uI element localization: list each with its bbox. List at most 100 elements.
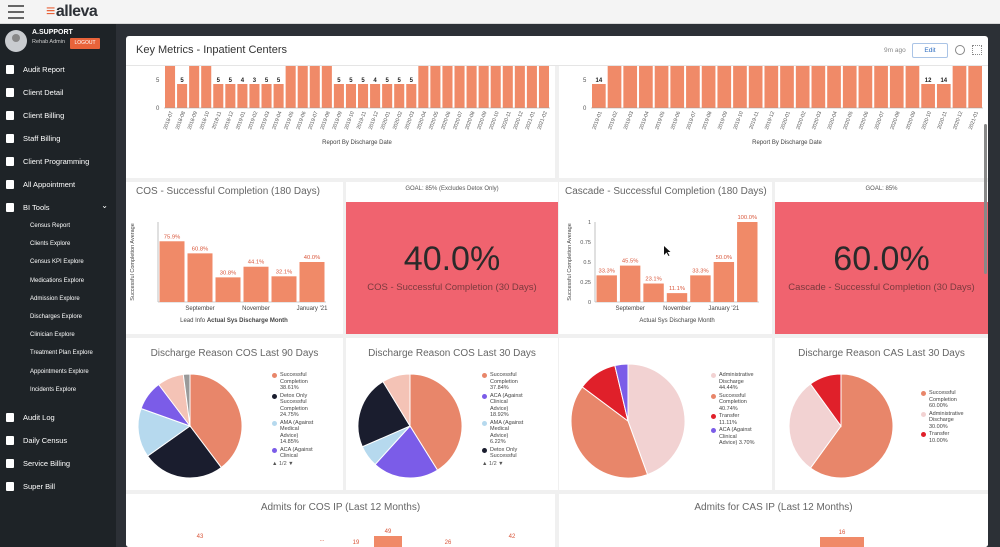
nav-daily-census[interactable]: Daily Census <box>0 429 116 451</box>
cos30-kpi: 40.0% COS - Successful Completion (30 Da… <box>346 202 558 334</box>
legend-item[interactable]: Successful Completion 60.00% <box>921 390 985 410</box>
avatar[interactable] <box>5 30 27 52</box>
x-tick-label: 2020-07 <box>874 111 886 131</box>
bar <box>666 293 688 302</box>
x-tick-label: 2020-10 <box>488 111 500 131</box>
bi-sub-item[interactable]: Clients Explore <box>30 241 70 247</box>
admits-cas-chart: 16 <box>820 530 864 547</box>
x-tick-label: 2019-01 <box>235 111 247 131</box>
bi-sub-item[interactable]: Discharges Explore <box>30 314 82 320</box>
bar-data-label: 60.8% <box>192 246 208 252</box>
legend-item[interactable]: Successful Completion 38.61% <box>272 372 342 392</box>
client-detail-icon <box>6 87 14 97</box>
x-tick-label: 2019-11 <box>356 111 368 131</box>
discharge-right-tile: 5 0 14 2019-01 2019-02 2019-03 2019-04 2019-05 2… <box>559 66 988 178</box>
nav-client-billing[interactable]: Client Billing <box>0 104 116 126</box>
x-tick-label: 2018-12 <box>223 111 235 131</box>
y-tick-label: 5 <box>156 78 160 84</box>
x-tick-label: September <box>615 306 644 312</box>
legend-item[interactable]: Successful Completion 40.74% <box>711 393 773 413</box>
nav-staff-billing[interactable]: Staff Billing <box>0 127 116 149</box>
x-tick-label: 2019-04 <box>271 111 283 131</box>
cos180-tile: COS - Successful Completion (180 Days) 7… <box>126 182 343 334</box>
admits-cas-tile: Admits for CAS IP (Last 12 Months) 16 <box>559 494 988 547</box>
legend-item[interactable]: Detox Only Successful Completion 24.75% <box>272 393 342 419</box>
legend-item[interactable]: AMA (Against Medical Advice) 6.22% <box>482 420 556 446</box>
dr-cos90-legend: Successful Completion 38.61% Detox Only Suc… <box>272 372 342 467</box>
bar <box>619 265 641 302</box>
nav-super-bill[interactable]: Super Bill <box>0 475 116 497</box>
nav-bi-tools[interactable]: BI Tools ⌄ <box>0 196 116 218</box>
sidebar: A.SUPPORT Rehab Admin LOGOUT Audit Repor… <box>0 24 116 547</box>
legend-item[interactable]: ACA (Against Clinical <box>272 447 342 460</box>
chevron-down-icon[interactable]: ⌄ <box>101 201 108 210</box>
hamburger-menu-icon[interactable] <box>8 5 24 19</box>
legend-item[interactable]: Administrative Discharge 30.00% <box>921 411 985 431</box>
bi-sub-item[interactable]: Medications Explore <box>30 278 84 284</box>
bar <box>733 66 747 108</box>
bar <box>333 84 344 108</box>
gear-icon[interactable] <box>955 45 965 55</box>
bar <box>623 66 638 108</box>
bar <box>478 66 489 108</box>
key-metrics-panel: Key Metrics - Inpatient Centers 9m ago E… <box>126 36 988 547</box>
panel-scrollbar[interactable] <box>984 124 987 274</box>
dr-cos30-legend: Successful Completion 37.84% ACA (Against C… <box>482 372 556 467</box>
legend-item[interactable]: AMA (Against Medical Advice) 14.85% <box>272 420 342 446</box>
bar <box>177 84 188 108</box>
staff-billing-icon <box>6 133 14 143</box>
cos180-chart: 75.9% 60.8% September 30.8% 44.1% November 32.… <box>130 222 328 324</box>
legend-item[interactable]: ACA (Against Clinical Advice) 3.70% <box>711 427 773 447</box>
dr-cos30-tile: Discharge Reason COS Last 30 Days Succes… <box>346 338 558 490</box>
x-tick-label: November <box>663 306 691 312</box>
nav-all-appointment[interactable]: All Appointment <box>0 173 116 195</box>
x-tick-label: 2019-06 <box>295 111 307 131</box>
x-tick-label: 2020-02 <box>392 111 404 131</box>
bar-data-label: 42 <box>509 534 516 540</box>
dr-cas30-pie <box>788 373 894 479</box>
bar <box>811 66 826 108</box>
nav-audit-report[interactable]: Audit Report <box>0 58 116 80</box>
super-bill-icon <box>6 481 14 491</box>
dr-cos30-title: Discharge Reason COS Last 30 Days <box>368 348 536 359</box>
legend-item[interactable]: Transfer 10.00% <box>921 431 985 444</box>
nav-service-billing[interactable]: Service Billing <box>0 452 116 474</box>
bar-data-label: 3 <box>253 78 257 84</box>
legend-item[interactable]: ACA (Against Clinical Advice) 18.92% <box>482 393 556 419</box>
x-tick-label: 2018-07 <box>163 111 175 131</box>
legend-item[interactable]: Detox Only Successful <box>482 447 556 460</box>
nav-audit-log[interactable]: Audit Log <box>0 406 116 428</box>
grid-icon[interactable] <box>972 45 982 55</box>
x-tick-label: 2020-06 <box>440 111 452 131</box>
dr-cas-left-tile: Administrative Discharge 44.44% Successful… <box>559 338 772 490</box>
bi-sub-item[interactable]: Appointments Explore <box>30 369 89 375</box>
app-logo[interactable]: ≡alleva <box>46 3 98 21</box>
legend-pager[interactable]: ▲ 1/2 ▼ <box>272 461 342 468</box>
nav-client-detail[interactable]: Client Detail <box>0 81 116 103</box>
legend-item[interactable]: Transfer 11.11% <box>711 413 773 426</box>
bar-data-label: 5 <box>398 78 402 84</box>
legend-item[interactable]: Successful Completion 37.84% <box>482 372 556 392</box>
bi-sub-item[interactable]: Incidents Explore <box>30 387 76 393</box>
bar-data-label: 75.9% <box>164 234 180 240</box>
x-tick-label: 2019-04 <box>639 111 651 131</box>
bi-sub-item[interactable]: Treatment Plan Explore <box>30 350 93 356</box>
x-tick-label: November <box>242 306 270 312</box>
edit-button[interactable]: Edit <box>912 43 948 58</box>
bar <box>639 66 653 108</box>
legend-item[interactable]: Administrative Discharge 44.44% <box>711 372 773 392</box>
nav-client-programming[interactable]: Client Programming <box>0 150 116 172</box>
x-tick-label: 2020-06 <box>858 111 870 131</box>
legend-pager[interactable]: ▲ 1/2 ▼ <box>482 461 556 468</box>
bar <box>596 275 617 302</box>
bi-sub-item[interactable]: Clinician Explore <box>30 332 75 338</box>
cas30-label: Cascade - Successful Completion (30 Days… <box>788 282 975 293</box>
bi-sub-item[interactable]: Census Report <box>30 223 70 229</box>
bi-sub-item[interactable]: Census KPI Explore <box>30 259 84 265</box>
client-billing-icon <box>6 110 14 120</box>
logout-button[interactable]: LOGOUT <box>70 38 100 49</box>
bi-sub-item[interactable]: Admission Explore <box>30 296 80 302</box>
cursor-icon <box>664 246 671 256</box>
x-axis-label: Actual Sys Discharge Month <box>639 318 714 324</box>
bar-data-label: 5 <box>361 78 365 84</box>
